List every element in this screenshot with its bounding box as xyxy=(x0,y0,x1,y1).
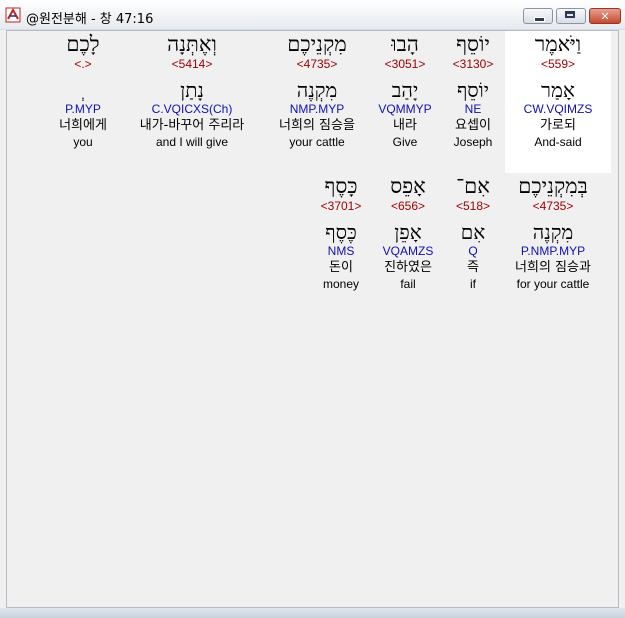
hebrew-word: מִקְנֵיכֶם xyxy=(287,32,347,56)
strong-number[interactable]: <559> xyxy=(505,57,611,72)
hebrew-lemma: ְ xyxy=(43,78,123,102)
hebrew-lemma: יָהַב xyxy=(391,78,419,102)
close-button[interactable]: ✕ xyxy=(589,8,621,24)
english-gloss: And-said xyxy=(534,135,582,149)
hebrew-word: וַיֹּאמֶר xyxy=(534,32,582,56)
hebrew-word: בְּמִקְנֵיכֶם xyxy=(518,174,588,198)
english-gloss: fail xyxy=(400,277,416,291)
hebrew-lemma: יוֹסֵף xyxy=(456,78,490,102)
strong-number[interactable]: <3701> xyxy=(309,199,373,214)
word-block[interactable]: יוֹסֵף <3130> יוֹסֵף NE 요셉이 Joseph xyxy=(435,31,511,150)
hebrew-word: כָּסֶף xyxy=(324,174,358,198)
maximize-button[interactable] xyxy=(556,8,586,24)
hebrew-word: הָבוּ xyxy=(391,32,419,56)
korean-gloss: 내가-바꾸어 주리라 xyxy=(139,118,245,133)
english-gloss: for your cattle xyxy=(516,277,590,291)
hebrew-lemma: אָפֵן xyxy=(394,220,422,244)
korean-gloss: 너희의 짐승을 xyxy=(279,118,355,133)
word-block[interactable]: בְּמִקְנֵיכֶם <4735> מִקְנֶה P.NMP.MYP 너… xyxy=(501,173,605,292)
english-gloss: Give xyxy=(392,135,418,149)
word-block[interactable]: וְאֶתְּנָה <5414> נָתַן C.VQICXS(Ch) 내가-… xyxy=(121,31,263,150)
strong-number[interactable]: <.> xyxy=(43,57,123,72)
word-block[interactable]: כָּסֶף <3701> כֶּסֶף NMS 돈이 money xyxy=(309,173,373,292)
hebrew-word: לָכֶם xyxy=(66,32,100,56)
english-gloss: you xyxy=(73,135,93,149)
strong-number[interactable]: <656> xyxy=(371,199,445,214)
close-icon: ✕ xyxy=(600,9,610,23)
hebrew-word: וְאֶתְּנָה xyxy=(167,32,217,56)
korean-gloss: 돈이 xyxy=(329,260,353,275)
korean-gloss: 즉 xyxy=(467,260,479,275)
app-window: @원전분해 - 창 47:16 ✕ וַיֹּאמֶר <559> אָמַר … xyxy=(0,0,625,618)
korean-gloss: 가로되 xyxy=(540,118,576,133)
hebrew-lemma: אִם xyxy=(460,220,486,244)
hebrew-word: אִם־ xyxy=(456,174,490,198)
strong-number[interactable]: <3130> xyxy=(435,57,511,72)
parsing-code: C.VQICXS(Ch) xyxy=(151,102,233,116)
minimize-icon xyxy=(524,9,552,23)
parsing-code: NMS xyxy=(327,244,355,258)
strong-number[interactable]: <3051> xyxy=(367,57,443,72)
parsing-code: VQAMZS xyxy=(382,244,434,258)
strong-number[interactable]: <5414> xyxy=(121,57,263,72)
word-block[interactable]: מִקְנֵיכֶם <4735> מִקְנֶה NMP.MYP 너희의 짐승… xyxy=(265,31,369,150)
hebrew-lemma: אָמַר xyxy=(541,78,575,102)
hebrew-lemma: מִקְנֶה xyxy=(296,78,338,102)
maximize-icon xyxy=(557,9,585,23)
word-block[interactable]: אָפֵס <656> אָפֵן VQAMZS 진하였은 fail xyxy=(371,173,445,292)
word-block[interactable]: לָכֶם <.> ְ P.MYP 너희에게 you xyxy=(43,31,123,150)
hebrew-word: יוֹסֵף xyxy=(456,32,490,56)
hebrew-word: אָפֵס xyxy=(390,174,426,198)
parsing-code: VQMMYP xyxy=(378,102,432,116)
hebrew-lemma: מִקְנֶה xyxy=(532,220,574,244)
english-gloss: Joseph xyxy=(453,135,493,149)
word-block[interactable]: וַיֹּאמֶר <559> אָמַר CW.VQIMZS 가로되 And-… xyxy=(505,31,611,173)
strong-number[interactable]: <4735> xyxy=(265,57,369,72)
english-gloss: and I will give xyxy=(155,135,229,149)
app-logo-icon xyxy=(5,7,21,23)
english-gloss: if xyxy=(470,277,476,291)
english-gloss: money xyxy=(322,277,360,291)
parsing-code: P.MYP xyxy=(65,102,101,116)
korean-gloss: 내라 xyxy=(393,118,417,133)
parsing-code: NE xyxy=(464,102,482,116)
hebrew-lemma: כֶּסֶף xyxy=(325,220,357,244)
parsing-code: NMP.MYP xyxy=(289,102,345,116)
strong-number[interactable]: <518> xyxy=(443,199,503,214)
status-bar xyxy=(0,608,625,618)
parsing-code: P.NMP.MYP xyxy=(520,244,586,258)
word-block[interactable]: הָבוּ <3051> יָהַב VQMMYP 내라 Give xyxy=(367,31,443,150)
interlinear-panel[interactable]: וַיֹּאמֶר <559> אָמַר CW.VQIMZS 가로되 And-… xyxy=(6,30,619,608)
parsing-code: Q xyxy=(468,244,478,258)
korean-gloss: 요셉이 xyxy=(455,118,491,133)
strong-number[interactable]: <4735> xyxy=(501,199,605,214)
hebrew-lemma: נָתַן xyxy=(180,78,204,102)
minimize-button[interactable] xyxy=(523,8,553,24)
korean-gloss: 너희에게 xyxy=(59,118,107,133)
english-gloss: your cattle xyxy=(289,135,345,149)
korean-gloss: 진하였은 xyxy=(384,260,432,275)
word-block[interactable]: אִם־ <518> אִם Q 즉 if xyxy=(443,173,503,292)
parsing-code: CW.VQIMZS xyxy=(523,102,593,116)
window-title: @원전분해 - 창 47:16 xyxy=(26,12,154,27)
korean-gloss: 너희의 짐승과 xyxy=(515,260,591,275)
title-bar[interactable]: @원전분해 - 창 47:16 ✕ xyxy=(0,0,625,30)
